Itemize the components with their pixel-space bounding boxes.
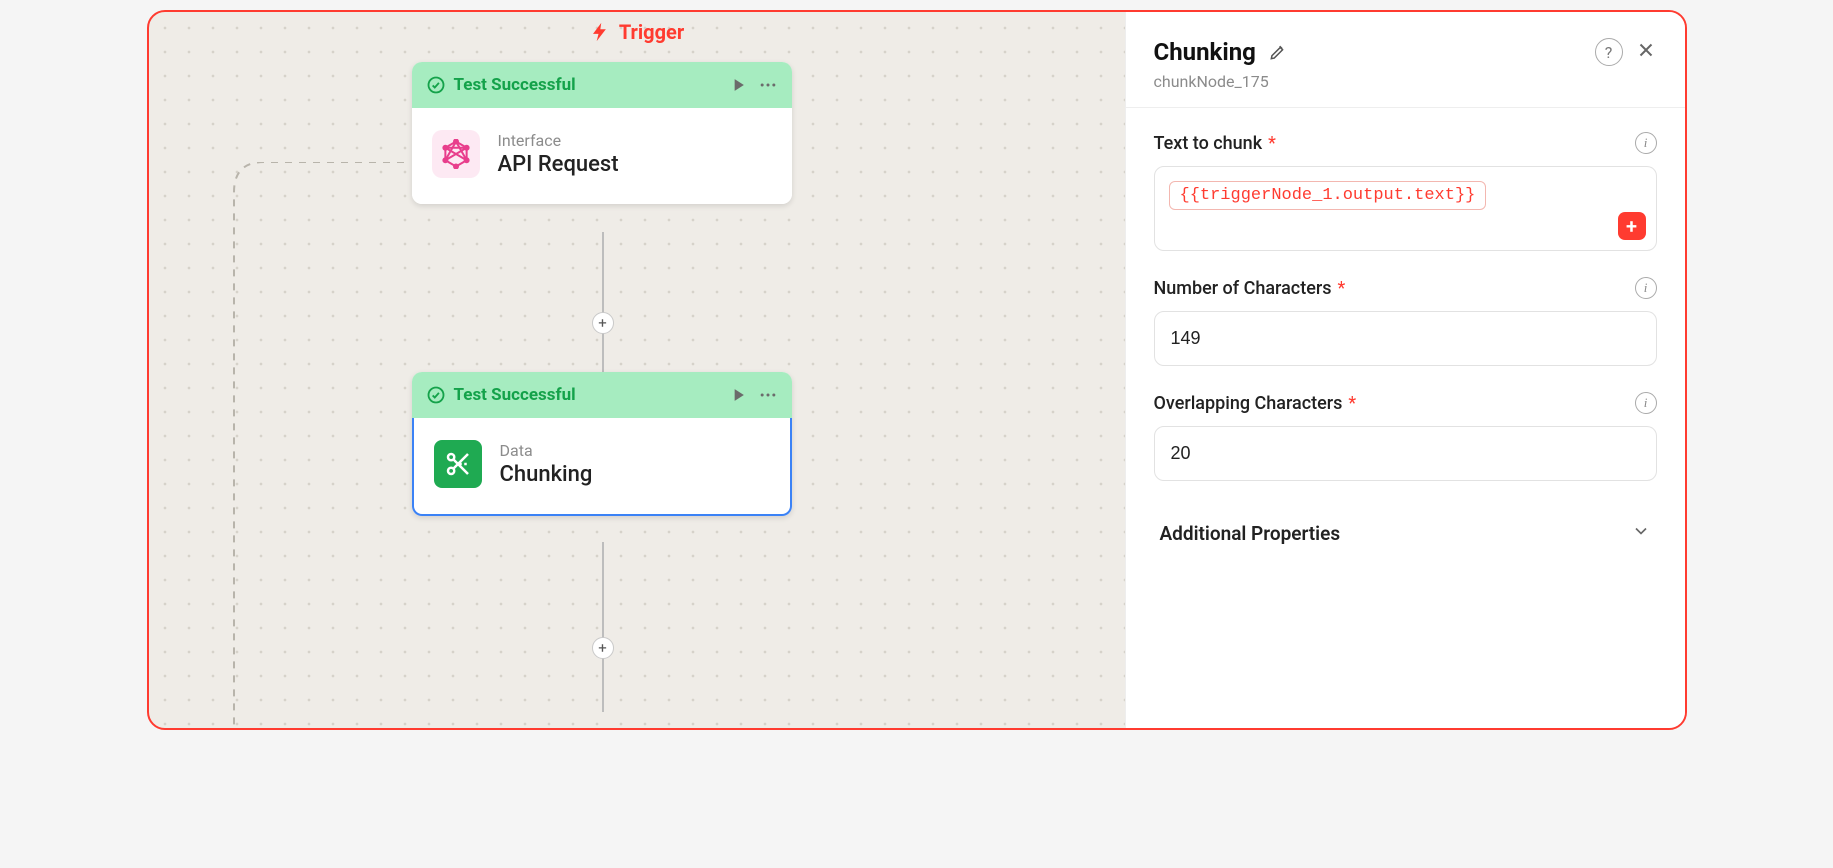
field-num-characters: Number of Characters * i	[1154, 277, 1657, 366]
pencil-icon	[1268, 42, 1288, 62]
panel-title: Chunking	[1154, 38, 1256, 66]
bolt-icon	[589, 21, 611, 43]
close-icon	[1635, 39, 1657, 61]
info-icon[interactable]: i	[1635, 132, 1657, 154]
field-label: Number of Characters	[1154, 278, 1332, 299]
info-icon[interactable]: i	[1635, 392, 1657, 414]
required-indicator: *	[1348, 393, 1356, 414]
dots-icon	[758, 75, 778, 95]
status-text: Test Successful	[454, 385, 576, 405]
num-characters-input[interactable]	[1154, 311, 1657, 366]
connector	[602, 542, 604, 712]
connector	[602, 232, 604, 372]
text-to-chunk-input[interactable]: {{triggerNode_1.output.text}} +	[1154, 166, 1657, 251]
app-frame: Trigger + + Test Successful	[147, 10, 1687, 730]
add-node-button[interactable]: +	[592, 312, 614, 334]
node-header: Test Successful	[412, 372, 792, 418]
node-menu-button[interactable]	[758, 75, 778, 95]
status-text: Test Successful	[454, 75, 576, 95]
node-status: Test Successful	[426, 385, 576, 405]
accordion-label: Additional Properties	[1160, 522, 1341, 545]
node-body: Interface API Request	[412, 108, 792, 204]
overlap-characters-input[interactable]	[1154, 426, 1657, 481]
node-category: Data	[500, 441, 593, 460]
node-title: API Request	[498, 152, 619, 177]
node-header: Test Successful	[412, 62, 792, 108]
node-chunking[interactable]: Test Successful Data Chunking	[412, 372, 792, 516]
node-status: Test Successful	[426, 75, 576, 95]
field-label: Text to chunk	[1154, 133, 1263, 154]
check-circle-icon	[426, 75, 446, 95]
node-menu-button[interactable]	[758, 385, 778, 405]
add-variable-button[interactable]: +	[1618, 212, 1646, 240]
node-api-request[interactable]: Test Successful Interface API Request	[412, 62, 792, 204]
trigger-label: Trigger	[589, 20, 684, 44]
node-body: Data Chunking	[412, 418, 792, 516]
node-title: Chunking	[500, 462, 593, 487]
check-circle-icon	[426, 385, 446, 405]
properties-panel: Chunking ? chunkNode_175 Text to chunk *…	[1125, 12, 1685, 728]
play-icon	[728, 385, 748, 405]
add-node-button[interactable]: +	[592, 637, 614, 659]
chevron-down-icon	[1631, 521, 1651, 546]
run-node-button[interactable]	[728, 385, 748, 405]
field-label: Overlapping Characters	[1154, 393, 1343, 414]
field-text-to-chunk: Text to chunk * i {{triggerNode_1.output…	[1154, 132, 1657, 251]
dots-icon	[758, 385, 778, 405]
field-overlap-characters: Overlapping Characters * i	[1154, 392, 1657, 481]
flow-canvas[interactable]: Trigger + + Test Successful	[149, 12, 1125, 728]
info-icon[interactable]: i	[1635, 277, 1657, 299]
close-panel-button[interactable]	[1635, 39, 1657, 65]
play-icon	[728, 75, 748, 95]
required-indicator: *	[1337, 278, 1345, 299]
trigger-text: Trigger	[619, 20, 684, 44]
variable-token[interactable]: {{triggerNode_1.output.text}}	[1169, 181, 1487, 210]
graphql-icon	[432, 130, 480, 178]
required-indicator: *	[1268, 133, 1276, 154]
panel-node-id: chunkNode_175	[1154, 72, 1657, 91]
run-node-button[interactable]	[728, 75, 748, 95]
additional-properties-toggle[interactable]: Additional Properties	[1154, 507, 1657, 560]
panel-header: Chunking ?	[1154, 38, 1657, 66]
scissors-icon	[434, 440, 482, 488]
help-button[interactable]: ?	[1595, 38, 1623, 66]
node-category: Interface	[498, 131, 619, 150]
edit-title-button[interactable]	[1268, 42, 1288, 62]
